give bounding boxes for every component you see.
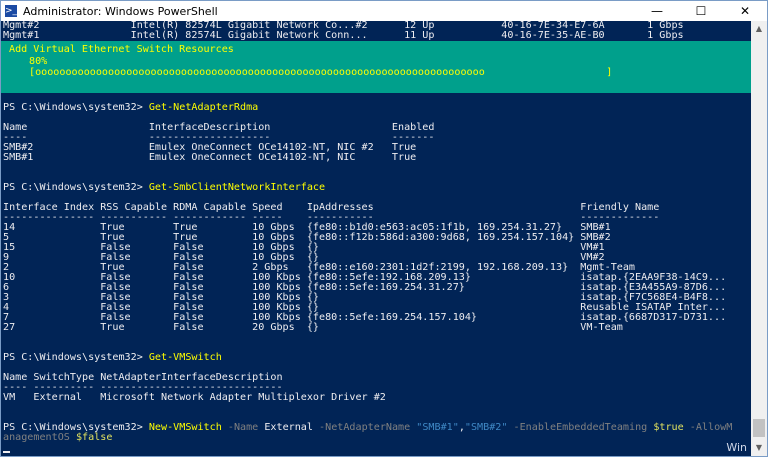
table-row: SMB#1 Emulex OneConnect OCe14102-NT, NIC… (3, 152, 417, 163)
text-cursor (3, 451, 10, 453)
command-line: PS C:\Windows\system32> Get-VMSwitch (1, 352, 751, 363)
cmdlet-name: New-VMSwitch (148, 422, 222, 433)
title-bar[interactable]: >_ Administrator: Windows PowerShell — ☐… (1, 1, 767, 21)
activation-watermark: Win (726, 441, 747, 454)
close-button[interactable]: ✕ (723, 1, 767, 21)
progress-panel: Add Virtual Ethernet Switch Resources 80… (1, 41, 751, 93)
cursor-line (1, 443, 751, 453)
parameter-name: -Name (221, 422, 265, 433)
powershell-window: >_ Administrator: Windows PowerShell — ☐… (0, 0, 768, 457)
command-text: Get-VMSwitch (148, 352, 222, 363)
command-line: PS C:\Windows\system32> Get-NetAdapterRd… (1, 102, 751, 113)
command-line[interactable]: PS C:\Windows\system32> New-VMSwitch -Na… (1, 422, 751, 433)
table-row: 27 True False 20 Gbps {} VM-Team (3, 322, 623, 333)
powershell-icon[interactable]: >_ (5, 5, 17, 17)
string-smb1: "SMB#1" (416, 422, 459, 433)
parameter-value: External (264, 422, 313, 433)
minimize-button[interactable]: — (635, 1, 679, 21)
command-text: Get-SmbClientNetworkInterface (148, 182, 326, 193)
progress-percent: 80% (29, 56, 48, 67)
window-controls: — ☐ ✕ (635, 1, 767, 21)
variable-true: $true (653, 422, 684, 433)
vertical-scrollbar[interactable]: ▲ ▼ (751, 21, 767, 456)
maximize-button[interactable]: ☐ (679, 1, 723, 21)
parameter-enableembeddedteaming: -EnableEmbeddedTeaming (507, 422, 654, 433)
scroll-up-arrow-icon[interactable]: ▲ (751, 21, 767, 37)
command-line: PS C:\Windows\system32> Get-SmbClientNet… (1, 182, 751, 193)
scroll-down-arrow-icon[interactable]: ▼ (751, 440, 767, 456)
prompt: PS C:\Windows\system32> (3, 102, 149, 113)
progress-bar: [ooooooooooooooooooooooooooooooooooooooo… (29, 67, 613, 78)
scrollbar-thumb[interactable] (753, 419, 765, 437)
prompt: PS C:\Windows\system32> (3, 182, 149, 193)
parameter-allowmanagementos-wrap: anagementOS (3, 432, 76, 443)
command-text: Get-NetAdapterRdma (148, 102, 259, 113)
prompt: PS C:\Windows\system32> (3, 352, 149, 363)
table-row: VM External Microsoft Network Adapter Mu… (3, 392, 386, 403)
console-output[interactable]: Mgmt#2 Intel(R) 82574L Gigabit Network C… (1, 21, 751, 456)
string-smb2: "SMB#2" (464, 422, 508, 433)
progress-title: Add Virtual Ethernet Switch Resources (9, 44, 234, 55)
window-title: Administrator: Windows PowerShell (23, 4, 218, 18)
adapter-row: Mgmt#1 Intel(R) 82574L Gigabit Network C… (3, 30, 684, 41)
variable-false: $false (75, 432, 113, 443)
parameter-netadaptername: -NetAdapterName (312, 422, 417, 433)
command-line-wrap[interactable]: anagementOS $false (1, 432, 751, 443)
parameter-allowmanagementos: -AllowM (683, 422, 733, 433)
